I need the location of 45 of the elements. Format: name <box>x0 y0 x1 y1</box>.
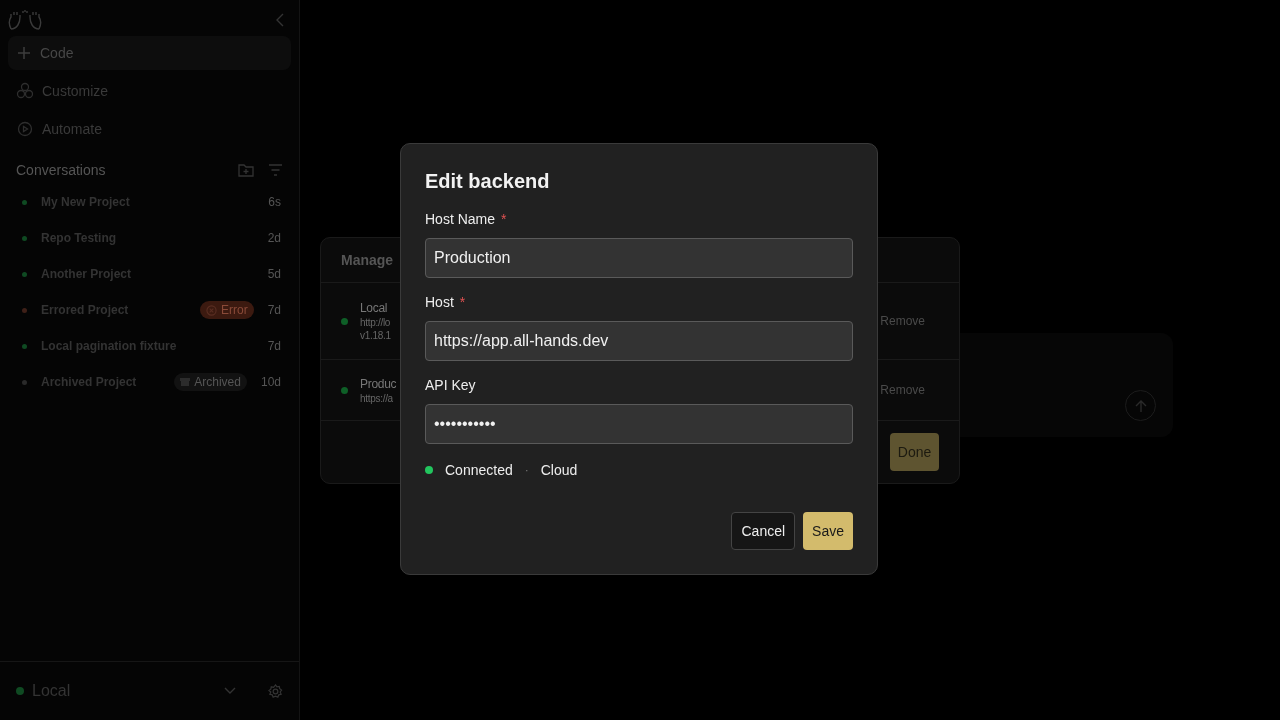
required-mark: * <box>501 211 507 227</box>
status-label: Connected <box>445 462 513 478</box>
conversation-time: 7d <box>267 303 281 317</box>
backend-detail: http://lo <box>360 317 392 328</box>
field-label: Host <box>425 294 454 310</box>
collapse-chevron-icon[interactable] <box>275 13 285 27</box>
text-field[interactable]: ••••••••••• <box>425 404 853 444</box>
separator: · <box>524 463 529 477</box>
settings-icon[interactable] <box>268 683 283 699</box>
conversation-time: 10d <box>260 375 281 389</box>
conversation-time: 2d <box>267 231 281 245</box>
backend-detail: https://a <box>360 392 394 404</box>
text-field[interactable]: Production <box>425 238 853 278</box>
plus-icon <box>16 45 32 61</box>
badge-label: Archived <box>194 375 241 389</box>
badge-label: Error <box>220 303 248 317</box>
field-label: API Key <box>425 377 476 393</box>
backend-name: Produc <box>360 376 397 391</box>
dialog-title: Manage <box>341 252 394 268</box>
raised-hands-logo-icon <box>8 9 42 31</box>
save-button[interactable]: Save <box>803 512 853 550</box>
filter-icon[interactable] <box>268 164 283 176</box>
cross-circle-icon <box>205 304 217 316</box>
backend-type: Cloud <box>540 462 578 478</box>
nav-item[interactable]: Code <box>8 36 291 70</box>
backend-name: Local <box>360 301 389 315</box>
field-label: Host Name <box>425 211 496 227</box>
chevron-down-icon[interactable] <box>224 687 236 695</box>
section-title: Conversations <box>16 162 107 178</box>
cubes-icon <box>16 82 34 100</box>
text-field[interactable]: https://app.all-hands.dev <box>425 321 853 361</box>
backend-detail: v1.18.1 <box>360 330 392 341</box>
arrow-up-icon <box>1133 398 1148 413</box>
conversation-time: 6s <box>268 195 281 209</box>
cancel-button[interactable]: Cancel <box>731 512 796 550</box>
remove-button[interactable]: Remove <box>874 313 931 329</box>
archive-icon <box>180 377 191 387</box>
new-folder-icon[interactable] <box>238 163 254 177</box>
done-button[interactable]: Done <box>890 433 939 471</box>
remove-button[interactable]: Remove <box>874 382 931 398</box>
conversation-time: 7d <box>267 339 281 353</box>
dialog-title: Edit backend <box>425 170 551 193</box>
conversation-time: 5d <box>267 267 281 281</box>
gear-play-icon <box>16 120 34 138</box>
required-mark: * <box>459 294 466 310</box>
